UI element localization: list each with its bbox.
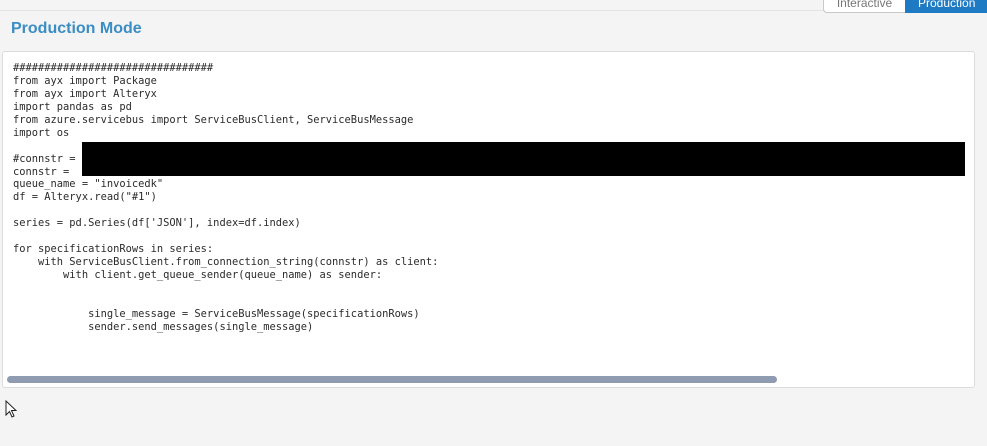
mode-toggle: Interactive Production: [823, 0, 987, 13]
code-line: queue_name = "invoicedk": [13, 178, 164, 191]
code-line: ################################: [13, 62, 214, 74]
interactive-mode-button[interactable]: Interactive: [823, 0, 905, 13]
horizontal-scrollbar[interactable]: [7, 376, 970, 383]
code-line: series = pd.Series(df['JSON'], index=df.…: [13, 217, 301, 230]
code-line: for specificationRows in series:: [13, 243, 214, 256]
code-block[interactable]: ################################ from ayx…: [13, 62, 438, 334]
code-line: single_message = ServiceBusMessage(speci…: [13, 307, 420, 320]
scrollbar-thumb[interactable]: [7, 376, 778, 383]
production-mode-button[interactable]: Production: [905, 0, 987, 13]
redaction-block: [82, 142, 965, 176]
mouse-pointer-icon: [5, 400, 17, 418]
code-line: with client.get_queue_sender(queue_name)…: [13, 269, 383, 281]
code-line: from ayx import Package: [13, 74, 157, 87]
code-line: from azure.servicebus import ServiceBusC…: [13, 113, 414, 126]
code-line: with ServiceBusClient.from_connection_st…: [13, 256, 439, 269]
code-line: import os: [13, 126, 70, 139]
code-line: df = Alteryx.read("#1"): [13, 191, 157, 204]
code-line: from ayx import Alteryx: [13, 87, 157, 100]
code-line: sender.send_messages(single_message): [13, 320, 314, 333]
code-line: import pandas as pd: [13, 100, 132, 113]
page-title: Production Mode: [11, 20, 142, 37]
code-editor[interactable]: ################################ from ayx…: [2, 51, 975, 388]
